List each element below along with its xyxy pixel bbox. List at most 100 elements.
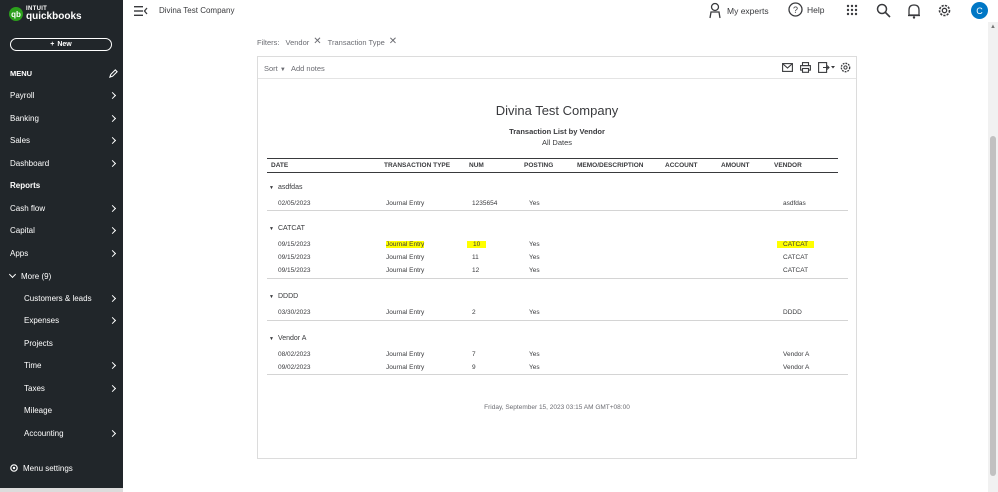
gear-icon[interactable] xyxy=(937,3,952,18)
report-settings-icon[interactable] xyxy=(840,62,851,73)
cell-num[interactable]: 1235654 xyxy=(472,200,497,207)
group-separator xyxy=(267,278,848,279)
cell-num[interactable]: 10 xyxy=(467,241,487,248)
close-icon[interactable]: ✕ xyxy=(313,37,321,47)
sidebar-item-payroll[interactable]: Payroll xyxy=(0,85,123,105)
add-notes-link[interactable]: Add notes xyxy=(291,64,325,73)
sort-dropdown[interactable]: Sort ▼ xyxy=(264,64,286,73)
sidebar-item-mileage[interactable]: Mileage xyxy=(0,400,123,420)
cell-transaction-type[interactable]: Journal Entry xyxy=(386,351,424,358)
column-header-account[interactable]: ACCOUNT xyxy=(665,162,698,169)
column-header-date[interactable]: DATE xyxy=(271,162,288,169)
export-icon[interactable] xyxy=(818,62,835,73)
cell-vendor[interactable]: CATCAT xyxy=(783,267,808,274)
menu-header: MENU xyxy=(10,67,118,79)
logo-quickbooks-text: quickbooks xyxy=(26,11,82,22)
sidebar-item-capital[interactable]: Capital xyxy=(0,220,123,240)
sidebar-item-banking[interactable]: Banking xyxy=(0,108,123,128)
plus-icon: + xyxy=(50,41,55,48)
sidebar-item-apps[interactable]: Apps xyxy=(0,243,123,263)
cell-date[interactable]: 09/15/2023 xyxy=(278,241,311,248)
sidebar-item-sales[interactable]: Sales xyxy=(0,130,123,150)
sidebar-item-label: Projects xyxy=(24,338,53,348)
cell-vendor[interactable]: asdfdas xyxy=(783,200,806,207)
quickbooks-logo[interactable]: qb INTUIT quickbooks xyxy=(9,6,82,22)
apps-grid-icon[interactable] xyxy=(846,4,858,16)
cell-num[interactable]: 12 xyxy=(472,267,479,274)
column-header-vendor[interactable]: VENDOR xyxy=(774,162,802,169)
top-bar: Divina Test Company My experts ? Help C xyxy=(123,0,998,22)
sidebar-item-time[interactable]: Time xyxy=(0,355,123,375)
email-icon[interactable] xyxy=(782,63,793,72)
group-name: DDDD xyxy=(277,293,299,300)
cell-vendor[interactable]: CATCAT xyxy=(783,254,808,261)
sidebar-item-expenses[interactable]: Expenses xyxy=(0,310,123,330)
cell-date[interactable]: 09/15/2023 xyxy=(278,254,311,261)
cell-date[interactable]: 02/05/2023 xyxy=(278,200,311,207)
filter-chip-transaction-type[interactable]: Transaction Type ✕ xyxy=(328,37,398,47)
group-header-asdfdas[interactable]: ▼ asdfdas xyxy=(269,184,302,191)
cell-num[interactable]: 9 xyxy=(472,364,476,371)
cell-date[interactable]: 03/30/2023 xyxy=(278,309,311,316)
svg-text:?: ? xyxy=(793,5,798,15)
column-header-transaction-type[interactable]: TRANSACTION TYPE xyxy=(384,162,450,169)
help-button[interactable]: ? Help xyxy=(788,2,824,17)
report-timestamp: Friday, September 15, 2023 03:15 AM GMT+… xyxy=(484,404,630,411)
cell-transaction-type[interactable]: Journal Entry xyxy=(386,241,425,248)
page-scrollbar-thumb[interactable] xyxy=(990,136,996,476)
sidebar-item-taxes[interactable]: Taxes xyxy=(0,378,123,398)
filter-chip-vendor[interactable]: Vendor ✕ xyxy=(286,37,322,47)
cell-transaction-type[interactable]: Journal Entry xyxy=(386,254,424,261)
pencil-icon[interactable] xyxy=(109,68,118,78)
menu-settings-button[interactable]: Menu settings xyxy=(9,463,73,473)
sidebar-item-label: Accounting xyxy=(24,428,64,438)
sidebar-item-dashboard[interactable]: Dashboard xyxy=(0,153,123,173)
cell-vendor[interactable]: Vendor A xyxy=(783,351,809,358)
sidebar-item-customers-leads[interactable]: Customers & leads xyxy=(0,288,123,308)
cell-transaction-type[interactable]: Journal Entry xyxy=(386,309,424,316)
sidebar-item-accounting[interactable]: Accounting xyxy=(0,423,123,443)
group-name: CATCAT xyxy=(277,225,305,232)
sidebar-item-label: Banking xyxy=(10,113,39,123)
cell-transaction-type[interactable]: Journal Entry xyxy=(386,200,424,207)
sidebar-item-label: Apps xyxy=(10,248,29,258)
sidebar-item-more[interactable]: More (9) xyxy=(0,266,123,286)
cell-vendor[interactable]: DDDD xyxy=(783,309,802,316)
new-button[interactable]: + New xyxy=(10,38,112,51)
chevron-right-icon xyxy=(108,429,117,437)
sidebar-item-reports[interactable]: Reports xyxy=(0,175,123,195)
scroll-up-arrow-icon[interactable]: ▲ xyxy=(990,24,996,30)
sidebar-item-cash-flow[interactable]: Cash flow xyxy=(0,198,123,218)
cell-num[interactable]: 11 xyxy=(472,254,479,261)
column-header-amount[interactable]: AMOUNT xyxy=(721,162,750,169)
my-experts-button[interactable]: My experts xyxy=(708,2,769,19)
bell-icon[interactable] xyxy=(907,3,921,19)
cell-date[interactable]: 09/15/2023 xyxy=(278,267,311,274)
sidebar-item-label: Time xyxy=(24,360,42,370)
column-header-memo[interactable]: MEMO/DESCRIPTION xyxy=(577,162,643,169)
cell-transaction-type[interactable]: Journal Entry xyxy=(386,364,424,371)
cell-vendor[interactable]: CATCAT xyxy=(777,241,815,248)
column-header-posting[interactable]: POSTING xyxy=(524,162,553,169)
search-icon[interactable] xyxy=(876,3,891,18)
group-header-catcat[interactable]: ▼ CATCAT xyxy=(269,225,305,232)
hamburger-collapse-icon[interactable] xyxy=(134,5,148,17)
chevron-right-icon xyxy=(108,159,117,167)
cell-vendor[interactable]: Vendor A xyxy=(783,364,809,371)
header-top-rule xyxy=(267,158,838,159)
cell-num[interactable]: 2 xyxy=(472,309,476,316)
column-header-num[interactable]: NUM xyxy=(469,162,484,169)
group-header-dddd[interactable]: ▼ DDDD xyxy=(269,293,298,300)
avatar[interactable]: C xyxy=(971,2,988,19)
chevron-right-icon xyxy=(108,114,117,122)
cell-posting: Yes xyxy=(529,200,540,207)
cell-date[interactable]: 08/02/2023 xyxy=(278,351,311,358)
cell-num[interactable]: 7 xyxy=(472,351,476,358)
cell-transaction-type[interactable]: Journal Entry xyxy=(386,267,424,274)
print-icon[interactable] xyxy=(800,62,811,73)
company-name: Divina Test Company xyxy=(159,6,235,15)
close-icon[interactable]: ✕ xyxy=(389,37,397,47)
group-header-vendor-a[interactable]: ▼ Vendor A xyxy=(269,335,306,342)
sidebar-item-projects[interactable]: Projects xyxy=(0,333,123,353)
cell-date[interactable]: 09/02/2023 xyxy=(278,364,311,371)
